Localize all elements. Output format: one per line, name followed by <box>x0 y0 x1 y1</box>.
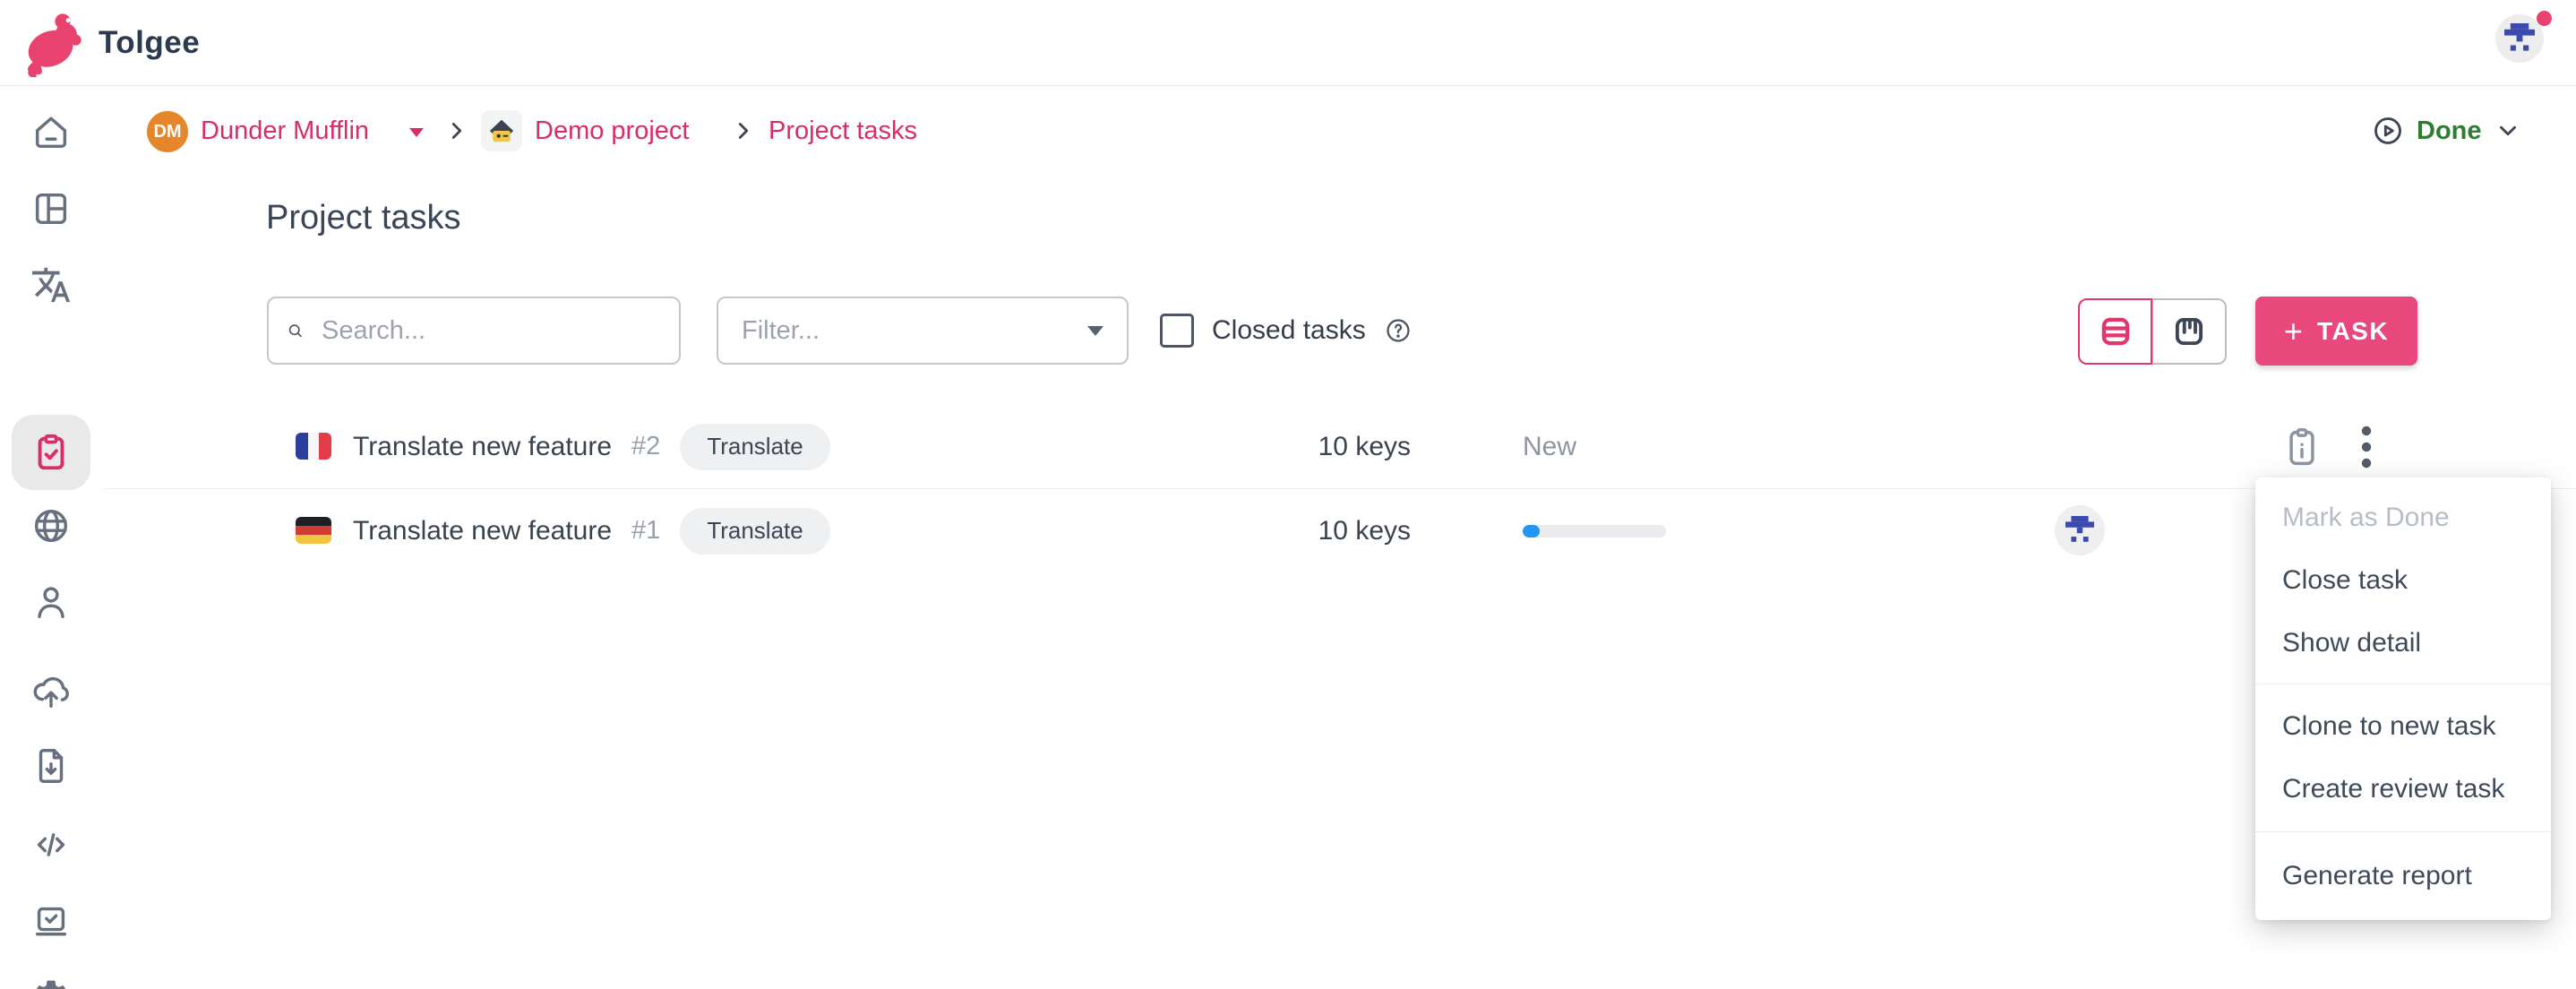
sidebar-item-integrate[interactable] <box>12 807 90 882</box>
menu-item-mark-as-done: Mark as Done <box>2255 486 2551 549</box>
task-keys-count: 10 keys <box>1191 489 1411 572</box>
pixel-avatar-icon <box>2504 23 2535 54</box>
german-flag-icon <box>296 517 331 544</box>
breadcrumb-page: Project tasks <box>769 106 917 156</box>
breadcrumb-org[interactable]: Dunder Mufflin <box>201 106 369 156</box>
sidebar-item-import[interactable] <box>12 654 90 729</box>
menu-item-clone-to-new-task[interactable]: Clone to new task <box>2255 695 2551 758</box>
members-person-icon <box>30 581 72 623</box>
org-avatar[interactable]: DM <box>147 111 188 152</box>
projects-board-icon <box>30 188 72 229</box>
task-scope-chip: Translate <box>680 424 829 470</box>
kebab-menu-icon <box>2359 424 2374 470</box>
pixel-avatar-icon <box>2065 516 2094 545</box>
project-avatar[interactable] <box>481 110 522 151</box>
sidebar-item-settings[interactable] <box>12 959 90 989</box>
task-title[interactable]: Translate new feature <box>353 516 612 546</box>
sidebar-item-translations[interactable] <box>12 247 90 322</box>
sidebar-item-languages[interactable] <box>12 488 90 563</box>
state-value: Done <box>2417 116 2482 146</box>
filter-placeholder: Filter... <box>742 316 1087 346</box>
task-state-selector[interactable]: Done <box>2372 106 2521 156</box>
chevron-right-icon <box>730 117 757 144</box>
task-title-group: Translate new feature #1 Translate <box>353 489 830 572</box>
topbar: Tolgee <box>0 0 2576 86</box>
add-task-button[interactable]: + TASK <box>2255 297 2417 366</box>
sidebar-item-tasks[interactable] <box>12 415 90 490</box>
chevron-right-icon <box>443 117 470 144</box>
search-box <box>267 297 681 365</box>
integrate-code-icon <box>30 824 72 865</box>
task-title[interactable]: Translate new feature <box>353 432 612 462</box>
task-status: New <box>1523 405 1576 488</box>
task-menu-button[interactable] <box>2340 405 2393 488</box>
menu-item-create-review-task[interactable]: Create review task <box>2255 758 2551 821</box>
search-input[interactable] <box>320 315 661 347</box>
sidebar-item-export[interactable] <box>12 728 90 804</box>
task-title-group: Translate new feature #2 Translate <box>353 405 830 488</box>
help-icon[interactable] <box>1384 316 1413 345</box>
board-view-button[interactable] <box>2152 298 2227 365</box>
home-icon <box>30 111 72 152</box>
sidebar-item-projects[interactable] <box>12 171 90 246</box>
task-progress-fill <box>1523 525 1540 538</box>
search-icon <box>287 316 304 345</box>
chevron-down-icon <box>2494 117 2521 144</box>
task-scope-chip: Translate <box>680 508 829 555</box>
developer-laptop-check-icon <box>30 900 72 942</box>
closed-tasks-checkbox[interactable] <box>1160 314 1194 348</box>
clipboard-icon <box>2282 425 2322 469</box>
filter-select[interactable]: Filter... <box>717 297 1129 365</box>
task-keys-count: 10 keys <box>1191 405 1411 488</box>
task-detail-button[interactable] <box>2275 405 2329 488</box>
menu-item-show-detail[interactable]: Show detail <box>2255 612 2551 675</box>
notification-badge <box>2537 11 2552 26</box>
languages-globe-icon <box>30 505 72 546</box>
tolgee-project-tasks-screen: Tolgee <box>0 0 2576 989</box>
add-task-label: TASK <box>2317 317 2389 346</box>
sidebar-nav <box>0 85 103 989</box>
export-file-download-icon <box>30 745 72 787</box>
select-caret-icon <box>1087 326 1103 336</box>
list-view-button[interactable] <box>2078 298 2152 365</box>
tasks-clipboard-icon <box>30 432 72 473</box>
settings-gear-icon <box>30 976 72 989</box>
sidebar-item-developer[interactable] <box>12 883 90 959</box>
list-view-icon <box>2097 313 2134 350</box>
closed-tasks-label: Closed tasks <box>1212 315 1366 346</box>
task-row[interactable]: Translate new feature #2 Translate 10 ke… <box>0 405 2576 489</box>
task-number: #1 <box>631 516 660 546</box>
sidebar-item-home[interactable] <box>12 94 90 169</box>
view-toggle-group <box>2078 298 2227 365</box>
board-view-icon <box>2170 313 2208 350</box>
assignee-avatar[interactable] <box>2055 505 2105 555</box>
menu-item-close-task[interactable]: Close task <box>2255 549 2551 612</box>
sidebar-item-members[interactable] <box>12 564 90 640</box>
french-flag-icon <box>296 433 331 460</box>
task-row[interactable]: Translate new feature #1 Translate 10 ke… <box>0 489 2576 572</box>
cheese-icon <box>485 115 518 147</box>
brand-wordmark: Tolgee <box>99 0 200 85</box>
org-dropdown-caret-icon[interactable] <box>409 128 424 137</box>
task-context-menu: Mark as Done Close task Show detail Clon… <box>2255 477 2551 920</box>
plus-icon: + <box>2284 315 2303 348</box>
import-cloud-upload-icon <box>30 671 72 712</box>
breadcrumb-project[interactable]: Demo project <box>535 106 689 156</box>
task-number: #2 <box>631 432 660 461</box>
breadcrumb: DM Dunder Mufflin Demo project Project t… <box>0 106 2576 156</box>
play-circle-icon <box>2372 115 2404 147</box>
translate-icon <box>30 264 72 305</box>
menu-item-generate-report[interactable]: Generate report <box>2255 845 2551 907</box>
task-progress-bar <box>1523 525 1666 538</box>
tolgee-mouse-logo-icon[interactable] <box>18 7 88 77</box>
page-title: Project tasks <box>266 199 461 237</box>
closed-tasks-control: Closed tasks <box>1160 297 1413 365</box>
